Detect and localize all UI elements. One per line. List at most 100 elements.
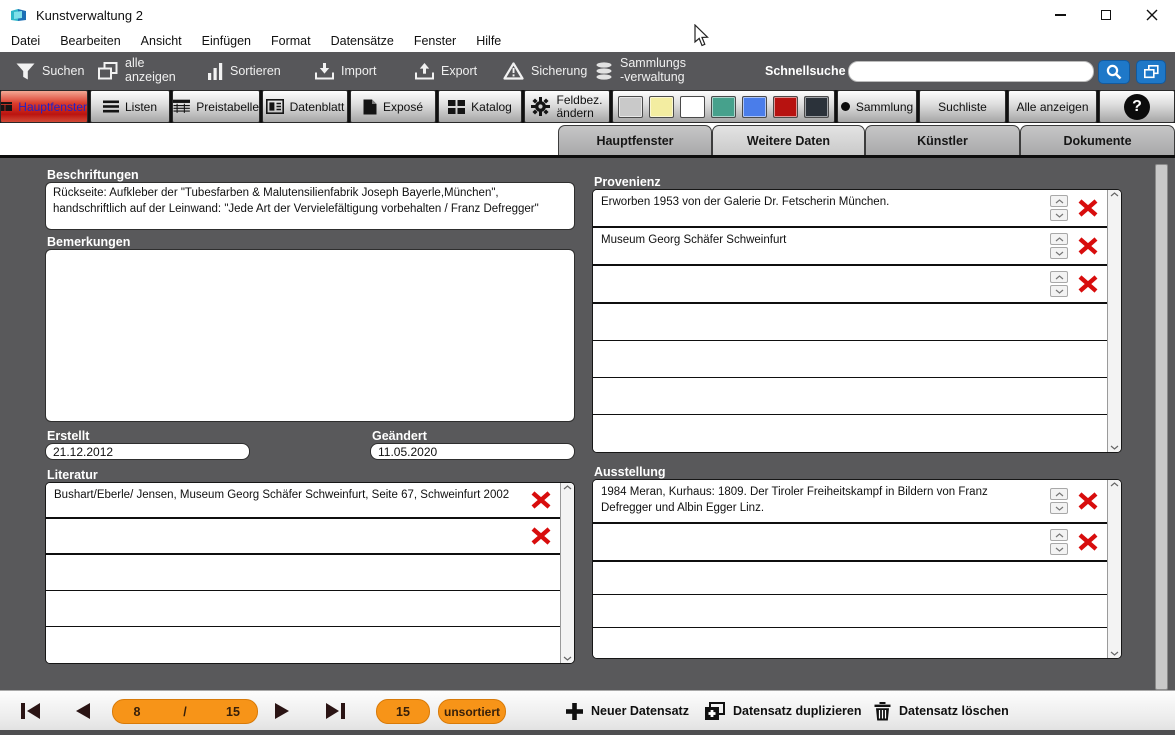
color-swatch-red[interactable] <box>773 96 798 118</box>
erstellt-field[interactable]: 21.12.2012 <box>45 443 250 460</box>
first-record-icon <box>20 702 42 720</box>
move-down-button[interactable] <box>1050 247 1068 259</box>
move-down-button[interactable] <box>1050 502 1068 514</box>
delete-provenienz-row-button[interactable] <box>1069 228 1107 264</box>
geaendert-field[interactable]: 11.05.2020 <box>370 443 575 460</box>
color-swatch-white[interactable] <box>680 96 705 118</box>
literatur-panel: Bushart/Eberle/ Jensen, Museum Georg Sch… <box>45 482 575 664</box>
window-vertical-scrollbar[interactable] <box>1155 164 1168 690</box>
ausstellung-scrollbar[interactable] <box>1107 480 1121 658</box>
current-record-number: 8 <box>113 705 161 719</box>
main-window-icon <box>1 99 12 114</box>
move-up-button[interactable] <box>1050 271 1068 283</box>
show-all-toolbar-button[interactable]: alleanzeigen <box>98 52 176 90</box>
provenienz-field[interactable] <box>593 266 1049 302</box>
view-katalog-button[interactable]: Katalog <box>438 90 522 123</box>
beschriftungen-field[interactable]: Rückseite: Aufkleber der "Tubesfarben & … <box>45 182 575 230</box>
menu-item-bearbeiten[interactable]: Bearbeiten <box>50 34 130 48</box>
move-up-button[interactable] <box>1050 195 1068 207</box>
view-expose-button[interactable]: Exposé <box>350 90 436 123</box>
export-toolbar-button[interactable]: Export <box>415 52 477 90</box>
delete-literatur-row-button[interactable] <box>522 483 560 517</box>
first-record-button[interactable] <box>20 691 42 731</box>
quicksearch-go-button[interactable] <box>1098 60 1130 84</box>
gear-icon <box>531 97 550 116</box>
menu-item-datensaetze[interactable]: Datensätze <box>321 34 404 48</box>
view-button-bar: Hauptfenster Listen Preistabelle Datenbl… <box>0 90 1175 123</box>
tab-kuenstler[interactable]: Künstler <box>865 125 1020 155</box>
literatur-scrollbar[interactable] <box>560 483 574 663</box>
new-record-button[interactable]: Neuer Datensatz <box>566 691 689 731</box>
provenienz-empty-row <box>593 378 1107 415</box>
literatur-field[interactable]: Bushart/Eberle/ Jensen, Museum Georg Sch… <box>46 483 522 517</box>
close-button[interactable] <box>1129 0 1175 30</box>
view-listen-button[interactable]: Listen <box>90 90 170 123</box>
provenienz-scrollbar[interactable] <box>1107 190 1121 452</box>
menu-item-datei[interactable]: Datei <box>1 34 50 48</box>
color-swatch-yellow[interactable] <box>649 96 674 118</box>
move-down-button[interactable] <box>1050 209 1068 221</box>
literatur-field[interactable] <box>46 519 522 553</box>
move-up-button[interactable] <box>1050 529 1068 541</box>
delete-provenienz-row-button[interactable] <box>1069 266 1107 302</box>
view-hauptfenster-button[interactable]: Hauptfenster <box>0 90 88 123</box>
reorder-spinner <box>1049 524 1069 560</box>
color-swatch-blue[interactable] <box>742 96 767 118</box>
delete-ausstellung-row-button[interactable] <box>1069 480 1107 522</box>
color-swatch-dark[interactable] <box>804 96 829 118</box>
collection-management-toolbar-button[interactable]: Sammlungs-verwaltung <box>595 52 686 90</box>
minimize-button[interactable] <box>1037 0 1083 30</box>
record-position-indicator: 8 / 15 <box>112 699 258 724</box>
color-swatch-gray[interactable] <box>618 96 643 118</box>
delete-literatur-row-button[interactable] <box>522 519 560 553</box>
help-button[interactable]: ? <box>1099 90 1175 123</box>
delete-x-icon <box>1078 237 1098 255</box>
maximize-button[interactable] <box>1083 0 1129 30</box>
view-datenblatt-button[interactable]: Datenblatt <box>262 90 348 123</box>
view-suchliste-button[interactable]: Suchliste <box>919 90 1006 123</box>
ausstellung-field[interactable] <box>593 524 1049 560</box>
search-toolbar-button[interactable]: Suchen <box>16 52 84 90</box>
next-record-button[interactable] <box>274 691 291 731</box>
provenienz-field[interactable]: Erworben 1953 von der Galerie Dr. Fetsch… <box>593 190 1049 226</box>
provenienz-field[interactable]: Museum Georg Schäfer Schweinfurt <box>593 228 1049 264</box>
view-preistabelle-button[interactable]: Preistabelle <box>172 90 260 123</box>
tab-dokumente[interactable]: Dokumente <box>1020 125 1175 155</box>
move-down-button[interactable] <box>1050 543 1068 555</box>
bemerkungen-field[interactable] <box>45 249 575 422</box>
menu-item-fenster[interactable]: Fenster <box>404 34 466 48</box>
bemerkungen-label: Bemerkungen <box>47 235 130 249</box>
quicksearch-showall-button[interactable] <box>1136 60 1166 84</box>
ausstellung-field[interactable]: 1984 Meran, Kurhaus: 1809. Der Tiroler F… <box>593 480 1049 522</box>
previous-record-button[interactable] <box>74 691 91 731</box>
view-sammlung-button[interactable]: Sammlung <box>837 90 917 123</box>
move-up-button[interactable] <box>1050 488 1068 500</box>
tab-weitere-daten[interactable]: Weitere Daten <box>712 125 865 155</box>
menu-item-hilfe[interactable]: Hilfe <box>466 34 511 48</box>
duplicate-record-button[interactable]: Datensatz duplizieren <box>704 691 862 731</box>
minimize-icon <box>1055 14 1066 16</box>
menu-item-einfuegen[interactable]: Einfügen <box>192 34 261 48</box>
import-toolbar-button[interactable]: Import <box>315 52 376 90</box>
toolbar: Suchen alleanzeigen Sortieren Import Exp… <box>0 52 1175 90</box>
quicksearch-input[interactable] <box>848 61 1094 82</box>
menu-item-format[interactable]: Format <box>261 34 321 48</box>
sort-toolbar-button[interactable]: Sortieren <box>208 52 281 90</box>
tab-hauptfenster[interactable]: Hauptfenster <box>558 125 712 155</box>
warning-icon <box>503 62 524 80</box>
view-feldbez-button[interactable]: Feldbez.ändern <box>524 90 610 123</box>
chevron-down-icon <box>1055 547 1064 552</box>
color-swatch-teal[interactable] <box>711 96 736 118</box>
move-down-button[interactable] <box>1050 285 1068 297</box>
delete-record-button[interactable]: Datensatz löschen <box>874 691 1009 731</box>
last-record-button[interactable] <box>324 691 346 731</box>
view-alle-anzeigen-button[interactable]: Alle anzeigen <box>1008 90 1097 123</box>
delete-provenienz-row-button[interactable] <box>1069 190 1107 226</box>
move-up-button[interactable] <box>1050 233 1068 245</box>
delete-x-icon <box>1078 533 1098 551</box>
menu-item-ansicht[interactable]: Ansicht <box>131 34 192 48</box>
delete-ausstellung-row-button[interactable] <box>1069 524 1107 560</box>
chevron-up-icon <box>1055 533 1064 538</box>
backup-toolbar-button[interactable]: Sicherung <box>503 52 587 90</box>
chevron-down-icon <box>1055 289 1064 294</box>
